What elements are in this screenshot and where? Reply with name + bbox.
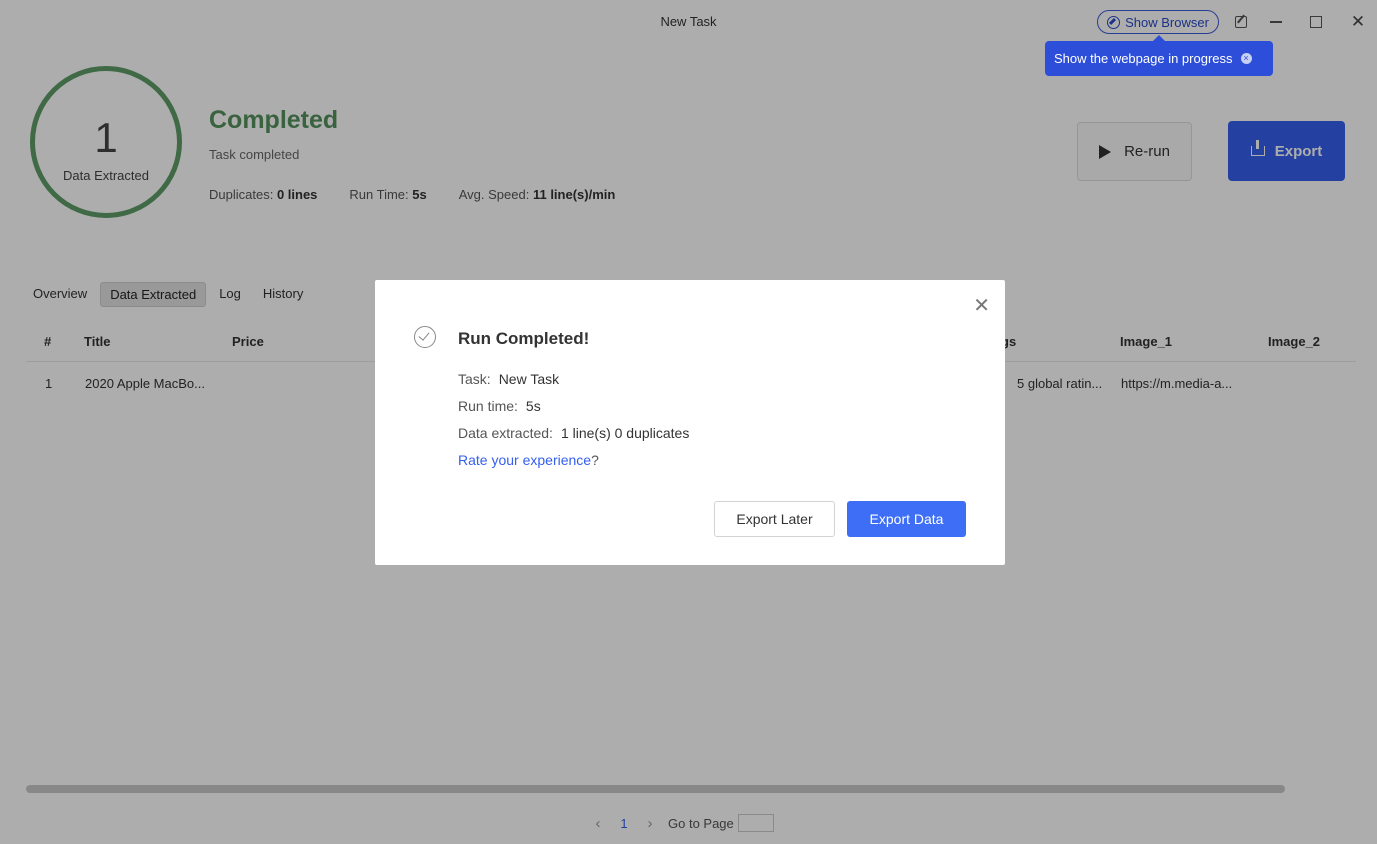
dialog-task-line: Task: New Task xyxy=(458,371,560,387)
check-circle-icon xyxy=(414,326,436,348)
tooltip-text: Show the webpage in progress xyxy=(1054,51,1233,66)
close-icon[interactable]: ✕ xyxy=(973,293,990,318)
dialog-title: Run Completed! xyxy=(458,329,590,348)
show-browser-tooltip: Show the webpage in progress × xyxy=(1045,35,1273,76)
export-later-button[interactable]: Export Later xyxy=(714,501,835,537)
run-completed-dialog: ✕ Run Completed! Task: New Task Run time:… xyxy=(375,280,1005,565)
tooltip-close-icon[interactable]: × xyxy=(1240,53,1252,64)
dialog-extracted-line: Data extracted: 1 line(s) 0 duplicates xyxy=(458,425,690,441)
rate-experience-link[interactable]: Rate your experience? xyxy=(458,452,599,468)
dialog-runtime-line: Run time: 5s xyxy=(458,398,541,414)
export-data-button[interactable]: Export Data xyxy=(847,501,966,537)
